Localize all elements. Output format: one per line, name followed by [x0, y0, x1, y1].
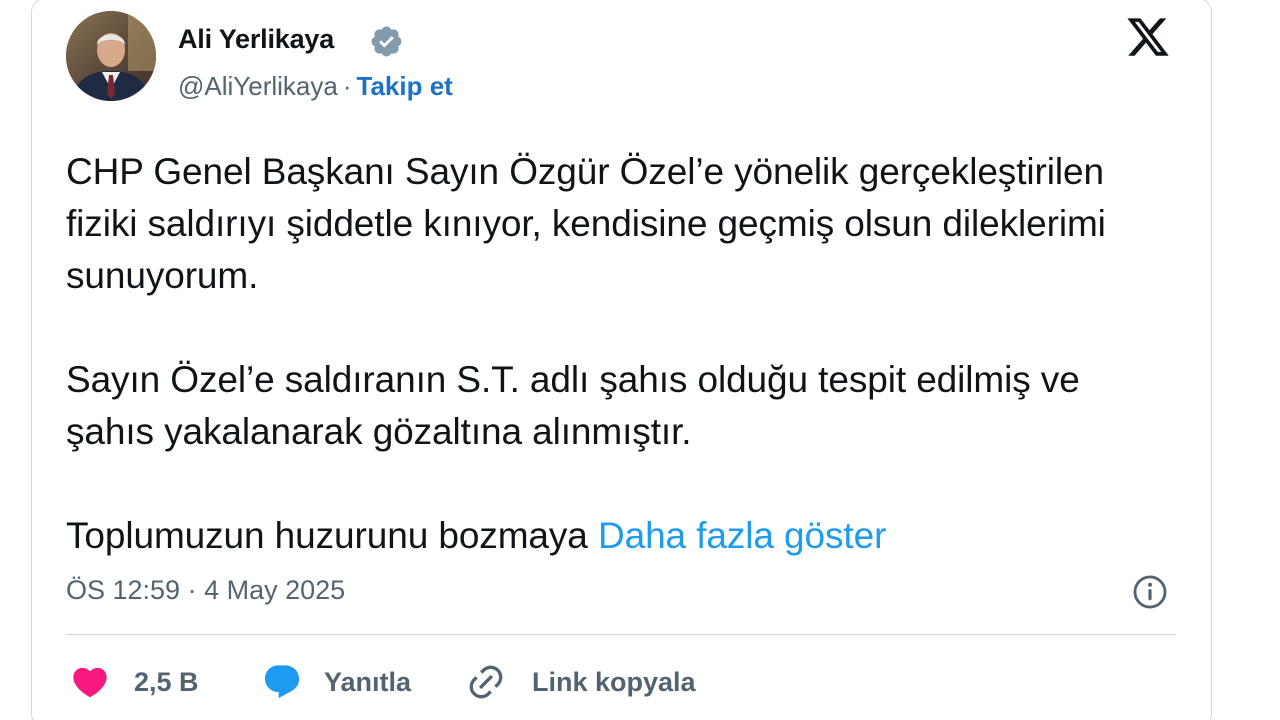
x-logo-icon[interactable] [1124, 14, 1172, 60]
author-handle[interactable]: @AliYerlikaya [178, 71, 338, 101]
author-name[interactable]: Ali Yerlikaya [178, 24, 334, 55]
copy-link-button[interactable]: Link kopyala [466, 660, 696, 704]
separator-dot: · [342, 71, 352, 101]
info-icon[interactable] [1131, 573, 1169, 611]
tweet-paragraph: CHP Genel Başkanı Sayın Özgür Özel’e yön… [66, 151, 1106, 296]
tweet-paragraph: Sayın Özel’e saldıranın S.T. adlı şahıs … [66, 359, 1080, 452]
like-count: 2,5 B [134, 666, 199, 697]
copy-link-label: Link kopyala [532, 666, 696, 697]
tweet-text: CHP Genel Başkanı Sayın Özgür Özel’e yön… [66, 146, 1176, 562]
follow-button[interactable]: Takip et [357, 71, 453, 101]
show-more-link[interactable]: Daha fazla göster [598, 515, 886, 556]
divider [66, 634, 1176, 635]
avatar-photo [66, 11, 156, 101]
handle-row: @AliYerlikaya · Takip et [178, 71, 453, 102]
link-icon [469, 665, 503, 699]
like-button[interactable]: 2,5 B [70, 660, 199, 704]
reply-label: Yanıtla [324, 666, 412, 697]
heart-icon [73, 667, 107, 698]
tweet-paragraph-truncated: Toplumuzun huzurunu bozmaya Daha fazla g… [66, 510, 1176, 562]
reply-button[interactable]: Yanıtla [262, 660, 411, 704]
speech-bubble-icon [264, 665, 300, 699]
verified-badge-icon [369, 24, 404, 59]
tweet-timestamp[interactable]: ÖS 12:59 · 4 May 2025 [66, 575, 345, 606]
avatar[interactable] [66, 11, 156, 101]
tweet-paragraph-text: Toplumuzun huzurunu bozmaya [66, 515, 588, 556]
